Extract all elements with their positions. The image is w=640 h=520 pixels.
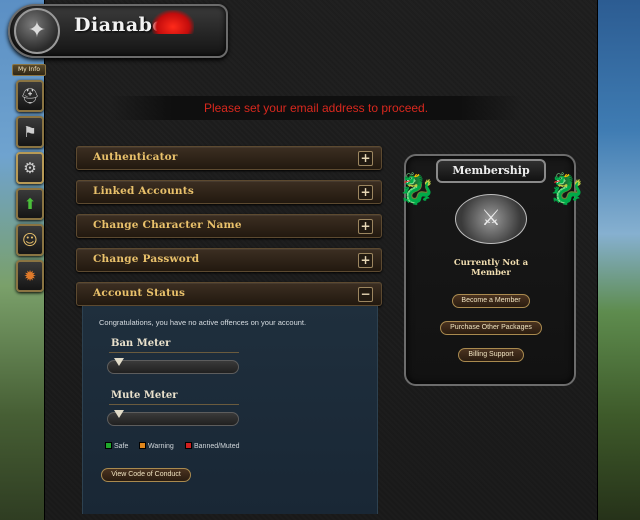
legend-label: Safe — [114, 443, 129, 450]
legend-label: Banned/Muted — [194, 443, 240, 450]
guild-emblem-icon: ✦ — [14, 8, 60, 54]
legend-warning: Warning — [139, 442, 174, 450]
email-alert-message: Please set your email address to proceed… — [110, 96, 522, 120]
legend-label: Warning — [148, 443, 174, 450]
divider — [109, 352, 239, 353]
section-label: Change Password — [93, 253, 200, 265]
knight-crest-icon: ⚔ — [455, 194, 527, 244]
mute-meter-title: Mute Meter — [111, 390, 178, 401]
expand-icon[interactable]: + — [358, 253, 373, 268]
nav-tab-settings[interactable]: ⚙ — [16, 152, 44, 184]
my-info-label: My Info — [12, 64, 46, 76]
bomb-icon: ✹ — [23, 267, 37, 285]
upgrade-arrow-icon: ⬆ — [23, 195, 37, 213]
section-change-password[interactable]: Change Password + — [76, 248, 382, 272]
section-linked-accounts[interactable]: Linked Accounts + — [76, 180, 382, 204]
helmet-icon: ⛑ — [20, 87, 40, 105]
membership-title: Membership — [436, 159, 546, 183]
safe-swatch-icon — [105, 442, 112, 449]
section-authenticator[interactable]: Authenticator + — [76, 146, 382, 170]
ban-meter-title: Ban Meter — [111, 338, 171, 349]
ban-meter — [107, 358, 239, 374]
nav-tab-upgrade[interactable]: ⬆ — [16, 188, 44, 220]
section-change-character-name[interactable]: Change Character Name + — [76, 214, 382, 238]
background-scenery-right — [596, 0, 640, 520]
flame-decoration-icon — [152, 10, 194, 34]
nav-tab-add-user[interactable]: ☺ — [16, 224, 44, 256]
purchase-packages-button[interactable]: Purchase Other Packages — [440, 321, 542, 335]
section-label: Account Status — [93, 287, 186, 299]
mute-meter — [107, 410, 239, 426]
expand-icon[interactable]: + — [358, 151, 373, 166]
dragon-right-icon: 🐉 — [548, 172, 586, 207]
section-label: Change Character Name — [93, 219, 242, 231]
add-user-icon: ☺ — [22, 231, 38, 249]
collapse-icon[interactable]: − — [358, 287, 373, 302]
divider — [109, 404, 239, 405]
legend-banned: Banned/Muted — [185, 442, 240, 450]
become-member-button[interactable]: Become a Member — [452, 294, 530, 308]
nav-tab-helmet[interactable]: ⛑ — [16, 80, 44, 112]
section-label: Authenticator — [93, 151, 178, 163]
billing-support-button[interactable]: Billing Support — [458, 348, 524, 362]
meter-marker-icon — [114, 358, 124, 366]
section-label: Linked Accounts — [93, 185, 194, 197]
legend-safe: Safe — [105, 442, 128, 450]
membership-status: Currently Not a Member — [453, 258, 529, 278]
account-status-panel: Congratulations, you have no active offe… — [82, 306, 378, 514]
meter-marker-icon — [114, 410, 124, 418]
gear-icon: ⚙ — [23, 159, 37, 177]
expand-icon[interactable]: + — [358, 219, 373, 234]
section-account-status[interactable]: Account Status − — [76, 282, 382, 306]
banner-icon: ⚑ — [23, 123, 37, 141]
nav-tab-banner[interactable]: ⚑ — [16, 116, 44, 148]
view-code-of-conduct-button[interactable]: View Code of Conduct — [101, 468, 191, 482]
banned-swatch-icon — [185, 442, 192, 449]
nav-tab-bomb[interactable]: ✹ — [16, 260, 44, 292]
expand-icon[interactable]: + — [358, 185, 373, 200]
dragon-left-icon: 🐉 — [398, 172, 436, 207]
status-message: Congratulations, you have no active offe… — [99, 318, 307, 327]
warning-swatch-icon — [139, 442, 146, 449]
